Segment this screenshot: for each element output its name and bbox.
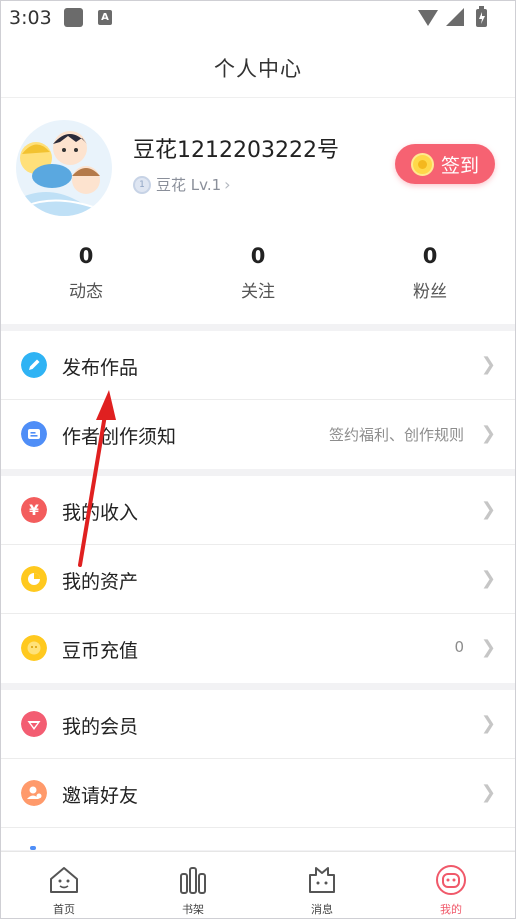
pencil-icon (21, 352, 47, 378)
menu-section-creation: 发布作品 ❯ 作者创作须知 签约福利、创作规则 ❯ (0, 331, 516, 469)
svg-text:¥: ¥ (29, 503, 39, 519)
level-label: 豆花 Lv.1 (156, 176, 222, 194)
keyboard-a-icon: A (98, 10, 112, 25)
signin-button[interactable]: 签到 (395, 144, 495, 184)
status-time: 3:03 (9, 7, 52, 29)
menu-item-vip[interactable]: 我的会员 ❯ (0, 690, 516, 759)
menu-item-label: 邀请好友 (62, 785, 139, 807)
username: 豆花1212203222号 (133, 138, 339, 163)
signal-icon (446, 8, 464, 26)
bottom-nav: 首页 书架 消息 我的 (0, 851, 516, 919)
menu-item-label: 我的收入 (62, 502, 139, 524)
menu-item-label: 我的资产 (62, 571, 139, 593)
menu-item-publish[interactable]: 发布作品 ❯ (0, 331, 516, 400)
coin-icon (410, 152, 434, 176)
menu-item-label: 作者创作须知 (62, 426, 177, 448)
page-title: 个人中心 (214, 57, 302, 81)
notification-icon (64, 8, 83, 27)
stat-label: 关注 (241, 282, 275, 302)
tab-messages[interactable]: 消息 (277, 852, 367, 919)
wifi-icon (418, 10, 438, 26)
stat-following[interactable]: 0 关注 (198, 244, 318, 302)
vip-icon (21, 711, 47, 737)
yen-icon: ¥ (21, 497, 47, 523)
menu-section-wallet: ¥ 我的收入 ❯ 我的资产 ❯ 豆币充值 0 ❯ (0, 476, 516, 683)
home-icon (50, 867, 78, 893)
tab-label: 消息 (311, 903, 333, 916)
chevron-right-icon: › (224, 175, 231, 194)
tab-profile[interactable]: 我的 (406, 852, 496, 919)
stat-posts[interactable]: 0 动态 (26, 244, 146, 302)
coin-icon (21, 635, 47, 661)
tab-label: 首页 (53, 903, 75, 916)
partial-icon (30, 846, 36, 850)
menu-item-partial[interactable] (0, 828, 516, 850)
title-bar: 个人中心 (0, 36, 516, 98)
chevron-right-icon: ❯ (480, 713, 496, 734)
level-badge-icon: 1 (133, 175, 151, 194)
avatar-illustration (16, 120, 112, 216)
tab-label: 我的 (440, 903, 462, 916)
chevron-right-icon: ❯ (480, 354, 496, 375)
status-bar: 3:03 A (0, 0, 516, 36)
pie-icon (21, 566, 47, 592)
notice-icon (21, 421, 47, 447)
profile-icon (436, 865, 466, 895)
chevron-right-icon: ❯ (480, 637, 496, 658)
message-icon (309, 867, 335, 893)
stat-label: 动态 (69, 282, 103, 302)
menu-item-label: 我的会员 (62, 716, 139, 738)
menu-section-membership: 我的会员 ❯ 邀请好友 ❯ (0, 690, 516, 850)
stat-fans[interactable]: 0 粉丝 (370, 244, 490, 302)
menu-item-invite[interactable]: 邀请好友 ❯ (0, 759, 516, 828)
stats-row: 0 动态 0 关注 0 粉丝 (0, 244, 516, 314)
tab-bookshelf[interactable]: 书架 (148, 852, 238, 919)
signin-label: 签到 (440, 154, 479, 177)
coin-balance: 0 (454, 638, 464, 656)
menu-item-hint: 签约福利、创作规则 (328, 426, 464, 444)
stat-label: 粉丝 (413, 282, 447, 302)
menu-item-label: 发布作品 (62, 357, 139, 379)
profile-card: 豆花1212203222号 1 豆花 Lv.1 › 签到 0 动态 0 关注 0… (0, 98, 516, 324)
stat-value: 0 (422, 244, 438, 268)
chevron-right-icon: ❯ (480, 782, 496, 803)
menu-item-income[interactable]: ¥ 我的收入 ❯ (0, 476, 516, 545)
bookshelf-icon (180, 867, 206, 894)
stat-value: 0 (78, 244, 94, 268)
chevron-right-icon: ❯ (480, 499, 496, 520)
friends-icon (21, 780, 47, 806)
chevron-right-icon: ❯ (480, 423, 496, 444)
menu-item-author-guide[interactable]: 作者创作须知 签约福利、创作规则 ❯ (0, 400, 516, 469)
tab-home[interactable]: 首页 (19, 852, 109, 919)
chevron-right-icon: ❯ (480, 568, 496, 589)
menu-item-label: 豆币充值 (62, 640, 139, 662)
avatar[interactable] (16, 120, 112, 216)
stat-value: 0 (250, 244, 266, 268)
user-level[interactable]: 1 豆花 Lv.1 › (133, 174, 231, 195)
menu-item-assets[interactable]: 我的资产 ❯ (0, 545, 516, 614)
system-status-icons (418, 6, 487, 27)
menu-item-recharge[interactable]: 豆币充值 0 ❯ (0, 614, 516, 683)
tab-label: 书架 (182, 903, 204, 916)
